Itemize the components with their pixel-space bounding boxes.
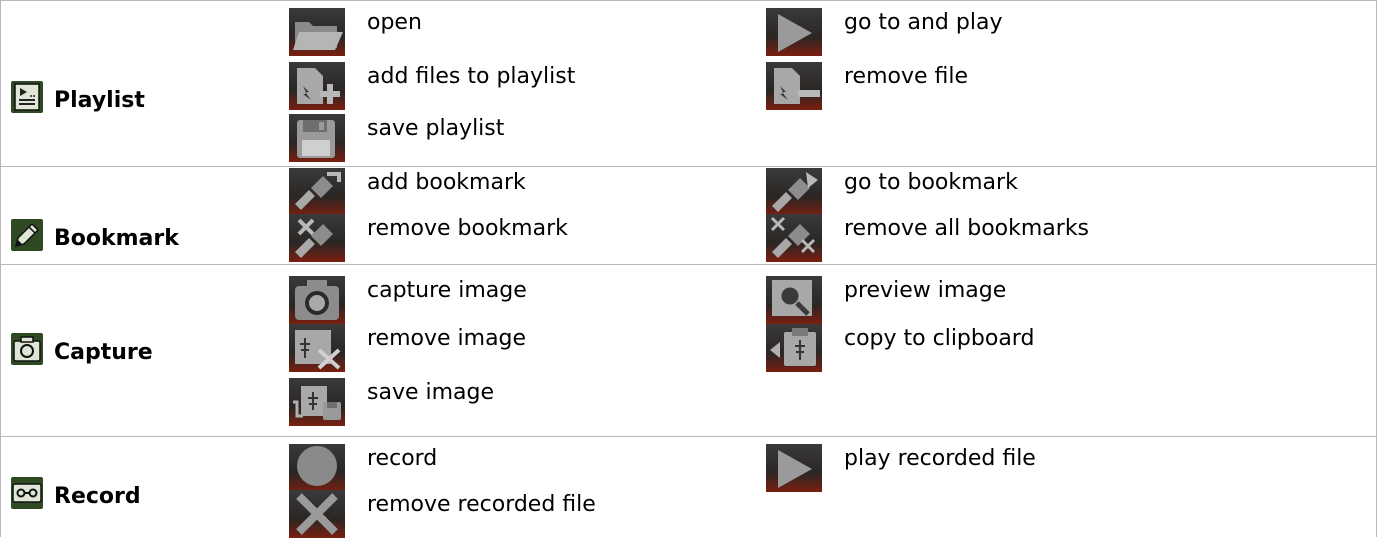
remove-image-icon[interactable] (289, 324, 345, 372)
clipboard-icon[interactable] (766, 324, 822, 372)
section-title: Bookmark (54, 226, 179, 251)
item-label: remove image (367, 326, 527, 351)
item-label: remove all bookmarks (844, 216, 1090, 241)
section-title: Record (54, 484, 141, 509)
open-folder-icon[interactable] (289, 8, 345, 56)
preview-icon[interactable] (766, 276, 822, 324)
save-icon[interactable] (289, 114, 345, 162)
item-label: go to and play (844, 10, 1003, 35)
item-label: remove file (844, 64, 969, 89)
item-label: add bookmark (367, 170, 526, 195)
capture-section: Capture capture image preview image remo… (0, 264, 1377, 436)
item-label: remove recorded file (367, 492, 596, 517)
remove-recorded-icon[interactable] (289, 490, 345, 538)
item-label: remove bookmark (367, 216, 568, 241)
remove-bookmark-icon[interactable] (289, 214, 345, 262)
play-icon[interactable] (766, 8, 822, 56)
item-label: save playlist (367, 116, 505, 141)
section-title: Playlist (54, 88, 145, 113)
bookmark-icon (10, 218, 44, 252)
section-title: Capture (54, 340, 153, 365)
item-label: open (367, 10, 422, 35)
item-label: copy to clipboard (844, 326, 1035, 351)
bookmark-section: Bookmark add bookmark go to bookmark rem… (0, 166, 1377, 264)
item-label: capture image (367, 278, 527, 303)
camera-icon (10, 332, 44, 366)
remove-all-bookmarks-icon[interactable] (766, 214, 822, 262)
playlist-icon (10, 80, 44, 114)
record-label: Record (10, 476, 141, 510)
feature-table: Playlist open go to and play add files t… (0, 0, 1377, 538)
playlist-label: Playlist (10, 80, 145, 114)
cassette-icon (10, 476, 44, 510)
playlist-section: Playlist open go to and play add files t… (0, 0, 1377, 166)
add-bookmark-icon[interactable] (289, 168, 345, 216)
item-label: preview image (844, 278, 1007, 303)
item-label: play recorded file (844, 446, 1036, 471)
capture-icon[interactable] (289, 276, 345, 324)
bookmark-label: Bookmark (10, 218, 179, 252)
add-file-icon[interactable] (289, 62, 345, 110)
capture-label: Capture (10, 332, 153, 366)
go-to-bookmark-icon[interactable] (766, 168, 822, 216)
item-label: record (367, 446, 438, 471)
item-label: save image (367, 380, 495, 405)
play-recorded-icon[interactable] (766, 444, 822, 492)
item-label: add files to playlist (367, 64, 576, 89)
item-label: go to bookmark (844, 170, 1018, 195)
save-image-icon[interactable] (289, 378, 345, 426)
record-section: Record record play recorded file remove … (0, 436, 1377, 538)
record-icon[interactable] (289, 444, 345, 492)
remove-file-icon[interactable] (766, 62, 822, 110)
